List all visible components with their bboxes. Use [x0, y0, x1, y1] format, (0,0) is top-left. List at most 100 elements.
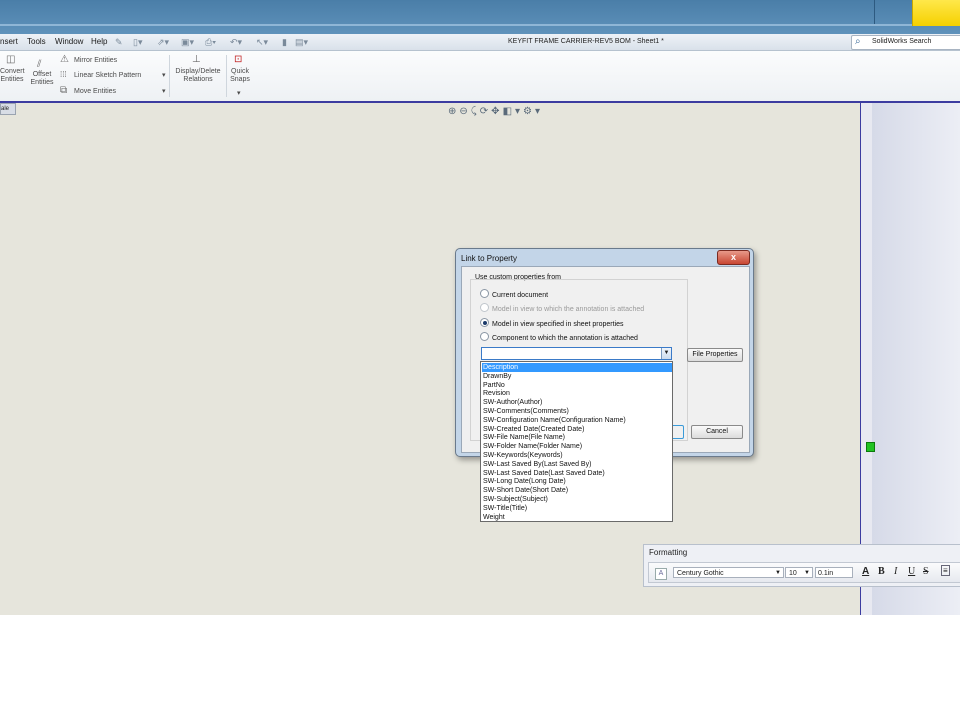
close-button[interactable]: x: [717, 250, 750, 265]
rotate-icon[interactable]: ⟳: [480, 106, 491, 117]
menu-help[interactable]: Help: [91, 37, 107, 46]
radio-model-in-view-annotation: Model in view to which the annotation is…: [480, 303, 644, 313]
save-icon[interactable]: ▣▾: [181, 37, 194, 48]
chevron-down-icon[interactable]: ▼: [661, 348, 671, 359]
radio-model-in-view-sheet[interactable]: Model in view specified in sheet propert…: [480, 318, 624, 328]
dropdown-item[interactable]: Weight: [482, 513, 672, 522]
select-icon[interactable]: ↖▾: [256, 37, 268, 48]
dropdown-item[interactable]: DrawnBy: [482, 372, 672, 381]
close-icon: x: [730, 252, 736, 262]
mirror-entities-icon: ⚠: [60, 54, 69, 65]
document-title: KEYFIT FRAME CARRIER-REV5 BOM - Sheet1 *: [508, 38, 664, 45]
view-settings-icon[interactable]: ⚙▾: [523, 106, 543, 117]
zoom-area-icon[interactable]: ⊖: [459, 106, 470, 117]
cancel-button[interactable]: Cancel: [691, 425, 743, 439]
dropdown-item[interactable]: Revision: [482, 389, 672, 398]
task-pane-strip: [860, 103, 960, 615]
sheet-border-line: [860, 103, 861, 615]
radio-indicator[interactable]: [480, 332, 489, 341]
quick-snaps-label: Quick Snaps: [230, 68, 250, 83]
formatting-row: A Century Gothic ▼ 10 ▼ 0.1in A B I U S ≡: [648, 562, 960, 583]
dropdown-item[interactable]: SW-Subject(Subject): [482, 495, 672, 504]
dropdown-item[interactable]: SW-Title(Title): [482, 504, 672, 513]
search-icon: ⌕: [855, 36, 861, 47]
top-window-strip: [0, 0, 960, 34]
property-dropdown-list: Description DrawnBy PartNo Revision SW-Autho…: [480, 361, 673, 522]
dropdown-item[interactable]: SW-File Name(File Name): [482, 433, 672, 442]
dropdown-item[interactable]: PartNo: [482, 381, 672, 390]
radio-component[interactable]: Component to which the annotation is att…: [480, 332, 638, 342]
font-color-button[interactable]: A: [862, 566, 869, 577]
open-icon[interactable]: ⇗▾: [157, 37, 169, 48]
dropdown-item[interactable]: SW-Created Date(Created Date): [482, 425, 672, 434]
dropdown-item[interactable]: Description: [482, 363, 672, 372]
dropdown-item[interactable]: SW-Long Date(Long Date): [482, 477, 672, 486]
text-style-icon[interactable]: A: [655, 568, 667, 580]
spacing-input[interactable]: 0.1in: [815, 567, 853, 578]
convert-entities-button[interactable]: Convert Entities: [0, 68, 25, 84]
property-combo[interactable]: ▼: [481, 347, 672, 360]
display-delete-relations-button[interactable]: Display/Delete Relations: [171, 68, 225, 84]
dropdown-item[interactable]: SW-Short Date(Short Date): [482, 486, 672, 495]
font-size-value: 10: [789, 570, 797, 577]
move-entities-button[interactable]: Move Entities: [74, 88, 116, 96]
dropdown-item[interactable]: SW-Comments(Comments): [482, 407, 672, 416]
linear-sketch-pattern-button[interactable]: Linear Sketch Pattern: [74, 72, 141, 80]
dialog-title: Link to Property: [461, 254, 518, 263]
rebuild-icon[interactable]: ▮: [282, 37, 287, 48]
dropdown-item[interactable]: SW-Folder Name(Folder Name): [482, 442, 672, 451]
menu-window[interactable]: Window: [55, 37, 83, 46]
bold-button[interactable]: B: [878, 566, 885, 577]
dropdown-item[interactable]: SW-Author(Author): [482, 398, 672, 407]
radio-indicator[interactable]: [480, 289, 489, 298]
menu-tools[interactable]: Tools: [27, 37, 46, 46]
display-delete-relations-label: Display/Delete Relations: [175, 68, 221, 83]
move-entities-dropdown-icon[interactable]: ▾: [162, 88, 166, 96]
undo-icon[interactable]: ↶▾: [230, 37, 242, 48]
offset-entities-icon: ⫽: [37, 59, 42, 70]
sheet-scale-tab[interactable]: ale: [0, 103, 16, 115]
align-left-icon[interactable]: ≡: [941, 565, 950, 576]
pan-icon[interactable]: ✥: [491, 106, 502, 117]
dropdown-item[interactable]: SW-Configuration Name(Configuration Name…: [482, 416, 672, 425]
file-properties-button[interactable]: File Properties: [687, 348, 743, 362]
menu-insert[interactable]: nsert: [0, 37, 18, 46]
heads-up-view-toolbar[interactable]: ⊕⊖⤹⟳✥◧▾⚙▾: [448, 106, 543, 117]
underline-button[interactable]: U: [908, 566, 915, 577]
previous-view-icon[interactable]: ⤹: [471, 106, 480, 117]
strip-highlight: [0, 24, 960, 26]
offset-entities-button[interactable]: Offset Entities: [28, 71, 56, 87]
radio-label: Component to which the annotation is att…: [492, 335, 638, 342]
ribbon-separator: [169, 55, 170, 97]
italic-button[interactable]: I: [894, 566, 897, 577]
new-document-icon[interactable]: ▯▾: [133, 37, 142, 48]
options-icon[interactable]: ▤▾: [295, 37, 308, 48]
font-value: Century Gothic: [677, 570, 724, 577]
search-placeholder: SolidWorks Search: [872, 38, 932, 45]
font-select[interactable]: Century Gothic ▼: [673, 567, 784, 578]
font-size-select[interactable]: 10 ▼: [785, 567, 813, 578]
mirror-entities-button[interactable]: Mirror Entities: [74, 57, 117, 65]
menubar: nsert Tools Window Help ✎ ▯▾ ⇗▾ ▣▾ ⎙▾ ↶▾…: [0, 34, 960, 51]
dropdown-item[interactable]: SW-Keywords(Keywords): [482, 451, 672, 460]
radio-current-document[interactable]: Current document: [480, 289, 548, 299]
print-icon[interactable]: ⎙▾: [205, 37, 216, 48]
strikethrough-button[interactable]: S: [923, 566, 929, 577]
green-handle-marker[interactable]: [866, 442, 875, 452]
dropdown-item[interactable]: SW-Last Saved By(Last Saved By): [482, 460, 672, 469]
radio-indicator: [480, 303, 489, 312]
pin-icon[interactable]: ✎: [115, 37, 123, 48]
dropdown-item[interactable]: SW-Last Saved Date(Last Saved Date): [482, 469, 672, 478]
radio-indicator[interactable]: [480, 318, 489, 327]
spacing-value: 0.1in: [818, 570, 834, 577]
linear-pattern-dropdown-icon[interactable]: ▾: [162, 72, 166, 80]
solidworks-search-box[interactable]: ⌕ SolidWorks Search: [851, 35, 960, 50]
display-style-icon[interactable]: ◧▾: [503, 106, 523, 117]
quick-snaps-button[interactable]: Quick Snaps: [228, 68, 252, 84]
zoom-to-fit-icon[interactable]: ⊕: [448, 106, 459, 117]
chevron-down-icon[interactable]: ▼: [804, 568, 810, 579]
convert-entities-icon: ◫: [6, 54, 16, 65]
chevron-down-icon[interactable]: ▼: [775, 568, 781, 579]
ok-button[interactable]: [672, 425, 684, 439]
quick-snaps-dropdown-icon[interactable]: ▾: [237, 90, 241, 98]
